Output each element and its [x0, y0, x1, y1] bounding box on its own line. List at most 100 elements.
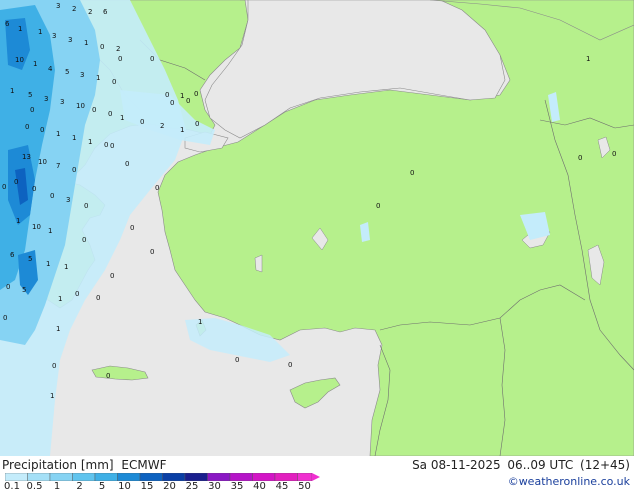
precip-value-label: 0 [150, 55, 154, 63]
precip-value-label: 1 [18, 25, 22, 33]
precip-value-label: 2 [116, 45, 120, 53]
precip-value-label: 1 [58, 295, 62, 303]
legend-tick-label: 5 [98, 481, 106, 492]
precip-value-label: 1 [16, 217, 20, 225]
valid-time: Sa 08-11-2025 06..09 UTC (12+45) [409, 458, 630, 472]
legend-swatch [184, 473, 208, 481]
precip-value-label: 0 [118, 55, 122, 63]
precip-value-label: 1 [48, 227, 52, 235]
forecast-lead: (12+45) [580, 458, 630, 472]
legend-swatch [297, 473, 313, 481]
precip-value-label: 0 [110, 272, 114, 280]
precip-value-label: 0 [110, 142, 114, 150]
precip-value-label: 3 [68, 36, 72, 44]
precip-value-label: 6 [103, 8, 108, 16]
precip-value-label: 0 [612, 150, 616, 158]
precip-value-label: 13 [22, 153, 31, 161]
legend-title: Precipitation [mm] ECMWF [2, 458, 170, 472]
legend-swatch [5, 473, 28, 481]
legend-tick-label: 0.5 [26, 481, 43, 492]
precip-value-label: 1 [56, 325, 60, 333]
legend-swatch [27, 473, 51, 481]
precip-value-label: 1 [50, 392, 54, 400]
precip-value-label: 0 [140, 118, 144, 126]
legend-swatch [162, 473, 186, 481]
precip-value-label: 0 [186, 97, 190, 105]
precip-value-label: 0 [112, 78, 116, 86]
precip-value-label: 0 [3, 314, 7, 322]
precip-value-label: 0 [376, 202, 380, 210]
precip-value-label: 6 [10, 251, 15, 259]
precip-value-label: 7 [56, 162, 60, 170]
legend-swatch [72, 473, 96, 481]
precip-value-label: 4 [48, 65, 53, 73]
precip-value-label: 0 [14, 178, 18, 186]
precip-value-label: 1 [120, 114, 124, 122]
precip-value-label: 0 [125, 160, 129, 168]
legend-swatch [49, 473, 73, 481]
precip-value-label: 0 [50, 192, 54, 200]
legend-swatch [252, 473, 276, 481]
precip-value-label: 1 [64, 263, 68, 271]
precip-value-label: 0 [578, 154, 582, 162]
precip-value-label: 0 [84, 202, 88, 210]
precip-value-label: 0 [104, 141, 108, 149]
precip-value-label: 2 [72, 5, 76, 13]
precip-value-label: 1 [84, 39, 88, 47]
precip-value-label: 1 [46, 260, 50, 268]
precip-value-label: 0 [195, 120, 199, 128]
precip-value-label: 10 [32, 223, 41, 231]
precip-value-label: 3 [44, 95, 48, 103]
model-name: ECMWF [121, 458, 167, 472]
precip-value-label: 0 [194, 90, 198, 98]
legend-tick-label: 30 [208, 481, 221, 492]
precip-value-label: 3 [52, 32, 56, 40]
precip-value-label: 5 [28, 255, 32, 263]
color-scale-bar [5, 473, 320, 481]
precip-value-label: 5 [65, 68, 69, 76]
precip-value-label: 3 [80, 71, 84, 79]
precip-value-label: 1 [72, 134, 76, 142]
precip-value-label: 0 [2, 183, 6, 191]
precip-value-label: 10 [15, 56, 24, 64]
precip-value-label: 0 [72, 166, 76, 174]
precip-value-label: 1 [38, 28, 42, 36]
precip-value-label: 0 [235, 356, 239, 364]
valid-date: Sa 08-11-2025 [412, 458, 501, 472]
legend-swatch [274, 473, 298, 481]
precip-value-label: 0 [288, 361, 292, 369]
precip-value-label: 0 [106, 372, 110, 380]
precip-value-label: 3 [60, 98, 64, 106]
legend-swatch [229, 473, 253, 481]
precip-value-label: 10 [76, 102, 85, 110]
precip-value-label: 5 [22, 286, 26, 294]
legend-tick-label: 25 [185, 481, 199, 492]
precip-value-label: 0 [6, 283, 10, 291]
precip-value-label: 0 [96, 294, 100, 302]
legend-tick-label: 0.1 [4, 481, 20, 492]
legend-tick-label: 15 [140, 481, 154, 492]
precip-value-label: 0 [155, 184, 159, 192]
precip-value-label: 1 [33, 60, 37, 68]
legend-swatch [139, 473, 163, 481]
legend-tick-label: 40 [253, 481, 266, 492]
precip-value-label: 0 [40, 126, 44, 134]
precipitation-map: 3 2 2 661 1 3 3 1 0 210 14 5 3 1 01 5 3 3 10 0 0 10 0 1 1 1 00 2 101… [0, 0, 634, 456]
legend-tick-label: 45 [275, 481, 289, 492]
credit-link[interactable]: ©weatheronline.co.uk [508, 475, 630, 488]
legend-tick-label: 20 [163, 481, 176, 492]
precip-value-label: 5 [28, 91, 32, 99]
precip-value-label: 0 [92, 106, 96, 114]
precip-value-label: 2 [160, 122, 164, 130]
precip-value-label: 0 [32, 185, 36, 193]
precip-value-label: 0 [165, 91, 169, 99]
legend-tick-label: 2 [76, 481, 83, 492]
precip-value-label: 1 [198, 318, 202, 326]
precip-value-label: 1 [180, 92, 184, 100]
precip-value-label: 6 [5, 20, 10, 28]
map-footer: Precipitation [mm] ECMWF Sa 08-11-2025 0… [0, 456, 634, 492]
precip-value-label: 0 [130, 224, 134, 232]
precip-value-label: 1 [10, 87, 14, 95]
precip-value-label: 0 [52, 362, 56, 370]
variable-title: Precipitation [mm] [2, 458, 114, 472]
